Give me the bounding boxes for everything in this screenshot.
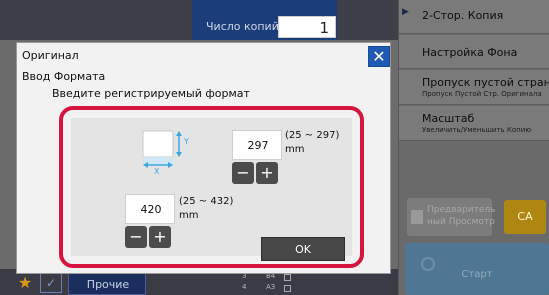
tray-level-icon xyxy=(284,285,291,292)
ok-label: OK xyxy=(295,243,311,256)
ca-button[interactable]: CA xyxy=(504,200,546,234)
other-button[interactable]: Прочие xyxy=(68,272,146,295)
y-range-label: (25 ~ 297) xyxy=(285,130,340,141)
other-label: Прочие xyxy=(86,278,130,291)
dialog-title: Оригинал xyxy=(22,49,79,62)
tray-row: 4 A3 xyxy=(240,283,300,294)
x-size-input[interactable]: 420 xyxy=(125,194,175,224)
paper-tray-status: 3 B4 4 A3 xyxy=(240,272,300,295)
y-size-value: 297 xyxy=(247,139,269,152)
y-unit-label: mm xyxy=(285,144,305,155)
background-adjust-button[interactable]: Настройка Фона xyxy=(399,35,549,69)
duplex-copy-button[interactable]: ▶ 2-Стор. Копия xyxy=(399,0,549,34)
preview-label-line2: ный Просмотр xyxy=(427,217,495,227)
start-button[interactable]: Старт xyxy=(405,243,549,295)
close-icon: ✕ xyxy=(372,47,386,66)
star-icon[interactable]: ★ xyxy=(16,274,34,292)
check-icon[interactable]: ✓ xyxy=(40,273,62,293)
tray-size: A3 xyxy=(266,283,276,291)
y-plus-button[interactable]: + xyxy=(256,162,278,184)
tray-level-icon xyxy=(284,274,291,281)
preview-button[interactable]: Предваритель ный Просмотр xyxy=(407,198,496,236)
zoom-button[interactable]: Масштаб Увеличить/Уменьшить Копию xyxy=(399,106,549,141)
dialog-subtitle: Ввод Формата xyxy=(22,70,106,83)
blank-page-skip-label: Пропуск пустой страници xyxy=(422,76,549,89)
start-label: Старт xyxy=(461,269,493,280)
blank-page-skip-sub: Пропуск Пустой Стр. Оригинала xyxy=(422,90,542,98)
original-size-dialog: Оригинал ✕ Ввод Формата Введите регистри… xyxy=(16,42,391,274)
x-minus-button[interactable]: − xyxy=(125,226,147,248)
ok-button[interactable]: OK xyxy=(261,237,345,261)
expand-arrow-icon: ▶ xyxy=(402,7,409,17)
plus-icon: + xyxy=(260,163,274,182)
zoom-sub: Увеличить/Уменьшить Копию xyxy=(422,126,532,134)
x-axis-label: X xyxy=(154,167,160,175)
x-unit-label: mm xyxy=(179,210,199,221)
y-minus-button[interactable]: − xyxy=(232,162,254,184)
plus-icon: + xyxy=(153,227,167,246)
copies-input[interactable]: 1 xyxy=(278,16,336,38)
preview-icon xyxy=(411,210,423,224)
ca-label: CA xyxy=(517,210,533,223)
tray-number: 4 xyxy=(242,283,247,291)
x-plus-button[interactable]: + xyxy=(149,226,171,248)
size-entry-panel: Y X 297 (25 ~ 297) mm − + 420 (25 ~ 432)… xyxy=(71,118,352,261)
zoom-label: Масштаб xyxy=(422,112,475,125)
blank-page-skip-button[interactable]: Пропуск пустой страници Пропуск Пустой С… xyxy=(399,70,549,105)
paper-size-icon: Y X xyxy=(142,130,189,175)
minus-icon: − xyxy=(129,227,143,246)
background-adjust-label: Настройка Фона xyxy=(422,46,518,59)
y-size-input[interactable]: 297 xyxy=(232,130,282,160)
highlight-frame: Y X 297 (25 ~ 297) mm − + 420 (25 ~ 432)… xyxy=(59,106,364,268)
copies-value: 1 xyxy=(319,19,329,37)
y-axis-label: Y xyxy=(183,137,189,146)
close-button[interactable]: ✕ xyxy=(368,46,390,67)
minus-icon: − xyxy=(236,163,250,182)
x-range-label: (25 ~ 432) xyxy=(179,196,234,207)
x-size-value: 420 xyxy=(140,203,162,216)
dialog-header: Оригинал ✕ xyxy=(17,43,390,67)
top-bar xyxy=(0,0,398,40)
preview-label-line1: Предваритель xyxy=(427,205,496,215)
copies-label: Число копий xyxy=(206,20,279,33)
dialog-instruction: Введите регистрируемый формат xyxy=(52,87,250,100)
duplex-copy-label: 2-Стор. Копия xyxy=(422,9,504,22)
